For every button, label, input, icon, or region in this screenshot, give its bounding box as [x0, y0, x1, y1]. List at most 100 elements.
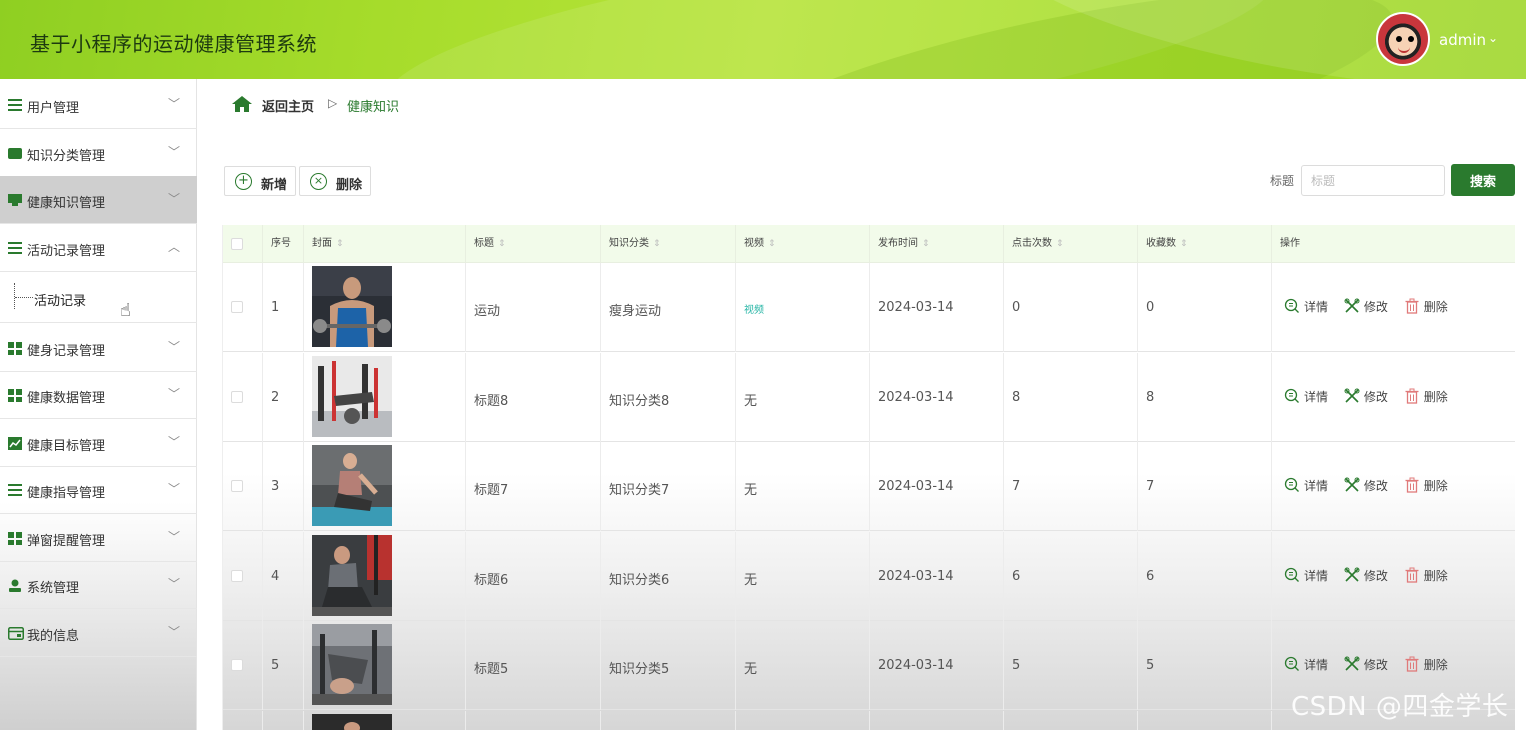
sort-icon[interactable]: ⇕: [498, 239, 506, 249]
trash-icon: [1405, 567, 1419, 583]
cover-image[interactable]: [312, 535, 392, 616]
sidebar-item-health-goal[interactable]: 健康目标管理 ﹀: [0, 419, 197, 467]
select-all-checkbox[interactable]: [231, 238, 243, 250]
cover-image[interactable]: [312, 714, 392, 730]
plus-circle-icon: +: [235, 173, 252, 190]
detail-button[interactable]: 详情: [1284, 388, 1328, 405]
user-avatar[interactable]: [1376, 12, 1430, 66]
delete-button[interactable]: 删除: [1404, 477, 1448, 494]
column-header-clicks[interactable]: 点击次数 ⇕: [1004, 225, 1138, 263]
column-header-title[interactable]: 标题 ⇕: [466, 225, 601, 263]
detail-icon: [1284, 298, 1299, 313]
favorites-cell: 6: [1138, 532, 1272, 621]
sidebar-item-fitness-management[interactable]: 健身记录管理 ﹀: [0, 324, 197, 372]
edit-button[interactable]: 修改: [1344, 388, 1388, 405]
home-icon[interactable]: [231, 95, 253, 113]
avatar-eye: [1408, 36, 1414, 42]
sort-icon[interactable]: ⇕: [922, 239, 930, 249]
add-button-label: 新增: [261, 178, 288, 193]
detail-icon: [1284, 388, 1299, 403]
sort-icon[interactable]: ⇕: [336, 239, 344, 249]
row-select-cell: [223, 442, 263, 531]
detail-button[interactable]: 详情: [1284, 477, 1328, 494]
breadcrumb-separator: ▷: [328, 96, 338, 110]
edit-button[interactable]: 修改: [1344, 477, 1388, 494]
cover-image[interactable]: [312, 624, 392, 705]
cover-image[interactable]: [312, 445, 392, 526]
sidebar-item-label: 健身记录管理: [27, 344, 106, 359]
row-checkbox[interactable]: [231, 391, 243, 403]
index-cell: 1: [263, 263, 304, 352]
watermark: CSDN @四金学长: [1291, 692, 1509, 722]
sidebar-item-health-data[interactable]: 健康数据管理 ﹀: [0, 371, 197, 419]
sidebar-item-category-management[interactable]: 知识分类管理 ﹀: [0, 129, 197, 177]
delete-button[interactable]: 删除: [1404, 567, 1448, 584]
column-header-favorites[interactable]: 收藏数 ⇕: [1138, 225, 1272, 263]
cover-image[interactable]: [312, 356, 392, 437]
user-menu-name[interactable]: admin: [1439, 31, 1486, 49]
sidebar-item-user-management[interactable]: 用户管理 ﹀: [0, 81, 197, 129]
detail-icon: [1284, 477, 1299, 492]
grid-icon: [8, 389, 22, 402]
delete-button[interactable]: 删除: [1404, 388, 1448, 405]
edit-button[interactable]: 修改: [1344, 567, 1388, 584]
detail-button[interactable]: 详情: [1284, 656, 1328, 673]
sidebar-item-health-knowledge[interactable]: 健康知识管理 ﹀: [0, 176, 197, 224]
sidebar-item-health-guide[interactable]: 健康指导管理 ﹀: [0, 466, 197, 514]
column-header-date[interactable]: 发布时间 ⇕: [870, 225, 1004, 263]
sort-icon[interactable]: ⇕: [768, 239, 776, 249]
date-cell: 2024-03-14: [870, 621, 1004, 710]
sort-icon[interactable]: ⇕: [1180, 239, 1188, 249]
favorites-cell: 8: [1138, 353, 1272, 442]
edit-button[interactable]: 修改: [1344, 298, 1388, 315]
row-checkbox[interactable]: [231, 659, 243, 671]
detail-button[interactable]: 详情: [1284, 298, 1328, 315]
sidebar-item-label: 健康目标管理: [27, 439, 106, 454]
column-header-category[interactable]: 知识分类 ⇕: [601, 225, 736, 263]
add-button[interactable]: + 新增: [224, 166, 296, 196]
sort-icon[interactable]: ⇕: [1056, 239, 1064, 249]
chevron-down-icon: ﹀: [168, 97, 181, 111]
favorites-cell: 5: [1138, 621, 1272, 710]
sidebar-item-activity-management[interactable]: 活动记录管理 ︿: [0, 224, 197, 272]
search-input[interactable]: [1301, 165, 1445, 196]
column-header-cover[interactable]: 封面 ⇕: [304, 225, 466, 263]
top-header: 基于小程序的运动健康管理系统 admin ⌄: [0, 0, 1526, 79]
index-cell: 4: [263, 532, 304, 621]
sidebar-item-popup-reminder[interactable]: 弹窗提醒管理 ﹀: [0, 514, 197, 562]
trash-icon: [1405, 477, 1419, 493]
search-button[interactable]: 搜索: [1451, 164, 1515, 196]
category-cell: 知识分类6: [601, 532, 736, 621]
row-checkbox[interactable]: [231, 570, 243, 582]
sidebar-item-system[interactable]: 系统管理 ﹀: [0, 561, 197, 609]
date-cell: 2024-03-14: [870, 532, 1004, 621]
wrench-icon: [1344, 477, 1360, 492]
row-checkbox[interactable]: [231, 301, 243, 313]
sidebar-subitem-activity-record[interactable]: 活动记录: [0, 271, 197, 323]
cover-image[interactable]: [312, 266, 392, 347]
chevron-down-icon: ﹀: [168, 192, 181, 206]
delete-button[interactable]: 删除: [1404, 656, 1448, 673]
edit-button[interactable]: 修改: [1344, 656, 1388, 673]
batch-delete-button[interactable]: × 删除: [299, 166, 371, 196]
sidebar-item-label: 健康知识管理: [27, 196, 106, 211]
detail-button[interactable]: 详情: [1284, 567, 1328, 584]
chevron-down-icon[interactable]: ⌄: [1488, 31, 1498, 45]
title-cell: 标题8: [466, 353, 601, 442]
column-header-actions: 操作: [1280, 238, 1300, 249]
sort-icon[interactable]: ⇕: [653, 239, 661, 249]
breadcrumb-home-link[interactable]: 返回主页: [262, 96, 314, 115]
row-select-cell: [223, 532, 263, 621]
sidebar-item-my-info[interactable]: 我的信息 ﹀: [0, 609, 197, 657]
index-cell: 2: [263, 353, 304, 442]
sidebar-item-label: 弹窗提醒管理: [27, 534, 106, 549]
video-link[interactable]: 视频: [744, 301, 764, 316]
column-header-video[interactable]: 视频 ⇕: [736, 225, 870, 263]
category-cell: 知识分类8: [601, 353, 736, 442]
row-checkbox[interactable]: [231, 480, 243, 492]
delete-button[interactable]: 删除: [1404, 298, 1448, 315]
sidebar-item-label: 知识分类管理: [27, 149, 106, 164]
table-header: 序号 封面 ⇕ 标题 ⇕ 知识分类 ⇕ 视频 ⇕ 发布时间 ⇕ 点击次数 ⇕ 收藏数 ⇕ 操作: [223, 225, 1515, 263]
avatar-mouth: [1398, 47, 1410, 53]
cover-cell: [304, 442, 466, 531]
